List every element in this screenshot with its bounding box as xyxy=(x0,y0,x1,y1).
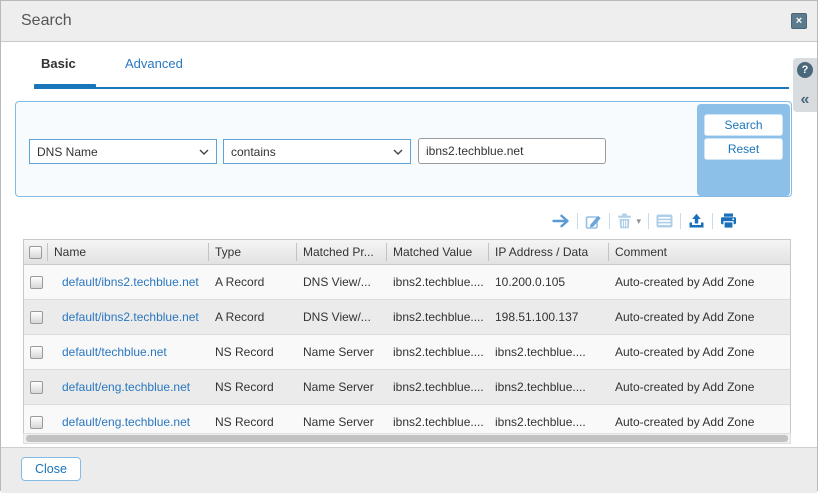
row-checkbox-cell xyxy=(24,381,48,394)
row-checkbox[interactable] xyxy=(30,346,43,359)
operator-dropdown-value: contains xyxy=(231,145,276,159)
row-checkbox-cell xyxy=(24,346,48,359)
record-name-link[interactable]: default/techblue.net xyxy=(62,345,167,359)
column-header-matched-value[interactable]: Matched Value xyxy=(387,243,489,261)
help-icon[interactable]: ? xyxy=(797,62,813,78)
cell-matched-value: ibns2.techblue.... xyxy=(387,380,489,394)
table-body: default/ibns2.techblue.net A Record DNS … xyxy=(24,265,790,439)
chevron-down-icon xyxy=(393,149,403,155)
cell-ip-address: 10.200.0.105 xyxy=(489,275,609,289)
dialog-titlebar: Search × xyxy=(1,1,817,42)
cell-matched-value: ibns2.techblue.... xyxy=(387,310,489,324)
chevron-down-icon xyxy=(199,149,209,155)
cell-ip-address: ibns2.techblue.... xyxy=(489,345,609,359)
cell-ip-address: ibns2.techblue.... xyxy=(489,380,609,394)
cell-name: default/eng.techblue.net xyxy=(48,380,209,394)
cell-type: NS Record xyxy=(209,345,297,359)
cell-type: NS Record xyxy=(209,380,297,394)
select-all-checkbox[interactable] xyxy=(29,246,42,259)
cell-name: default/ibns2.techblue.net xyxy=(48,275,209,289)
go-to-arrow-icon[interactable] xyxy=(545,214,577,228)
results-toolbar: ▾ xyxy=(545,207,744,235)
cell-matched-property: Name Server xyxy=(297,380,387,394)
collapse-panel-icon[interactable]: « xyxy=(801,92,810,108)
search-button-panel: Search Reset xyxy=(697,104,790,196)
row-checkbox-cell xyxy=(24,276,48,289)
cell-comment: Auto-created by Add Zone xyxy=(609,380,790,394)
search-criteria-panel: DNS Name contains Search Reset xyxy=(15,101,792,197)
export-icon[interactable] xyxy=(681,213,712,229)
results-table: Name Type Matched Pr... Matched Value IP… xyxy=(23,239,791,440)
cell-comment: Auto-created by Add Zone xyxy=(609,415,790,429)
active-tab-indicator xyxy=(34,84,96,89)
column-header-ip-address[interactable]: IP Address / Data xyxy=(489,243,609,261)
cell-name: default/eng.techblue.net xyxy=(48,415,209,429)
search-dialog: Search × Basic Advanced ? « DNS Name con… xyxy=(0,0,818,491)
record-name-link[interactable]: default/ibns2.techblue.net xyxy=(62,310,199,324)
table-row[interactable]: default/eng.techblue.net NS Record Name … xyxy=(24,370,790,405)
cell-ip-address: ibns2.techblue.... xyxy=(489,415,609,429)
dialog-footer: Close xyxy=(1,447,817,493)
cell-name: default/techblue.net xyxy=(48,345,209,359)
dialog-close-icon[interactable]: × xyxy=(791,13,807,29)
cell-matched-value: ibns2.techblue.... xyxy=(387,275,489,289)
cell-matched-property: DNS View/... xyxy=(297,310,387,324)
tab-bar: Basic Advanced xyxy=(1,42,817,90)
row-checkbox[interactable] xyxy=(30,416,43,429)
field-dropdown[interactable]: DNS Name xyxy=(29,139,217,164)
close-button[interactable]: Close xyxy=(21,457,81,481)
cell-comment: Auto-created by Add Zone xyxy=(609,310,790,324)
cell-matched-value: ibns2.techblue.... xyxy=(387,415,489,429)
table-row[interactable]: default/ibns2.techblue.net A Record DNS … xyxy=(24,265,790,300)
delete-dropdown-caret[interactable]: ▾ xyxy=(636,216,641,227)
reset-button[interactable]: Reset xyxy=(704,138,783,160)
cell-ip-address: 198.51.100.137 xyxy=(489,310,609,324)
row-checkbox[interactable] xyxy=(30,311,43,324)
table-header-row: Name Type Matched Pr... Matched Value IP… xyxy=(24,240,790,265)
cell-type: NS Record xyxy=(209,415,297,429)
cell-comment: Auto-created by Add Zone xyxy=(609,275,790,289)
cell-matched-property: DNS View/... xyxy=(297,275,387,289)
tab-advanced[interactable]: Advanced xyxy=(125,56,183,71)
cell-matched-property: Name Server xyxy=(297,345,387,359)
tab-basic[interactable]: Basic xyxy=(41,56,76,71)
cell-type: A Record xyxy=(209,310,297,324)
horizontal-scrollbar-thumb[interactable] xyxy=(26,435,788,442)
field-dropdown-value: DNS Name xyxy=(37,145,98,159)
table-row[interactable]: default/techblue.net NS Record Name Serv… xyxy=(24,335,790,370)
search-value-input[interactable] xyxy=(418,138,606,164)
print-icon[interactable] xyxy=(713,213,744,229)
row-checkbox[interactable] xyxy=(30,381,43,394)
cell-type: A Record xyxy=(209,275,297,289)
column-settings-icon[interactable] xyxy=(649,214,680,228)
tab-underline xyxy=(34,87,789,89)
delete-icon[interactable]: ▾ xyxy=(610,213,648,229)
column-header-comment[interactable]: Comment xyxy=(609,243,790,261)
search-button[interactable]: Search xyxy=(704,114,783,136)
row-checkbox[interactable] xyxy=(30,276,43,289)
record-name-link[interactable]: default/eng.techblue.net xyxy=(62,380,190,394)
cell-matched-property: Name Server xyxy=(297,415,387,429)
dialog-title: Search xyxy=(21,12,72,30)
cell-comment: Auto-created by Add Zone xyxy=(609,345,790,359)
column-header-matched-property[interactable]: Matched Pr... xyxy=(297,243,387,261)
record-name-link[interactable]: default/ibns2.techblue.net xyxy=(62,275,199,289)
column-header-name[interactable]: Name xyxy=(48,243,209,261)
operator-dropdown[interactable]: contains xyxy=(223,139,411,164)
side-help-panel: ? « xyxy=(793,58,817,112)
edit-icon[interactable] xyxy=(578,213,609,230)
horizontal-scrollbar xyxy=(23,433,791,444)
table-row[interactable]: default/ibns2.techblue.net A Record DNS … xyxy=(24,300,790,335)
record-name-link[interactable]: default/eng.techblue.net xyxy=(62,415,190,429)
select-all-header xyxy=(24,243,48,261)
column-header-type[interactable]: Type xyxy=(209,243,297,261)
cell-name: default/ibns2.techblue.net xyxy=(48,310,209,324)
row-checkbox-cell xyxy=(24,311,48,324)
row-checkbox-cell xyxy=(24,416,48,429)
cell-matched-value: ibns2.techblue.... xyxy=(387,345,489,359)
